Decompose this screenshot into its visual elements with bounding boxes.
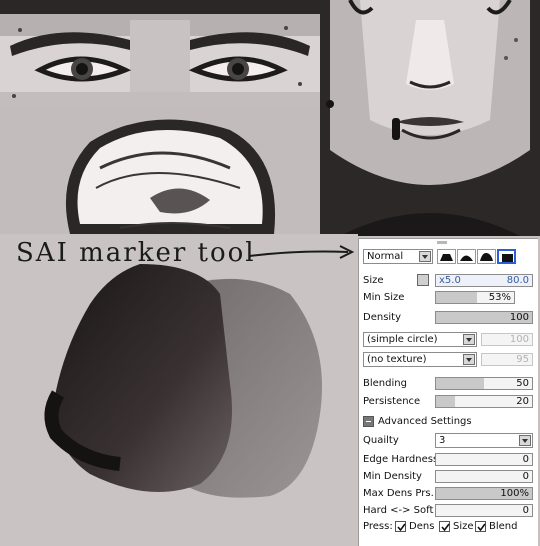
brush-shape-select[interactable]: (simple circle) bbox=[363, 332, 477, 347]
size-options-icon[interactable] bbox=[417, 274, 429, 286]
advanced-settings-header: Advanced Settings bbox=[378, 416, 472, 427]
checkmark-icon bbox=[397, 523, 406, 532]
brush-shape-strength-value: 100 bbox=[509, 334, 529, 345]
min-density-slider[interactable]: 0 bbox=[435, 470, 533, 483]
press-label: Press: bbox=[363, 521, 393, 532]
size-value: 80.0 bbox=[506, 275, 529, 286]
face-artwork bbox=[320, 0, 540, 236]
tool-settings-panel: Normal Size x5.0 80.0 Min Size 53% Densi… bbox=[358, 238, 538, 546]
persistence-value: 20 bbox=[516, 396, 529, 407]
quality-value: 3 bbox=[439, 435, 446, 446]
blend-mode-select[interactable]: Normal bbox=[363, 249, 433, 264]
chevron-down-icon bbox=[463, 334, 475, 345]
min-size-slider[interactable]: 53% bbox=[435, 291, 515, 304]
blending-fill bbox=[436, 378, 484, 389]
quality-label: Quailty bbox=[363, 435, 399, 446]
min-density-value: 0 bbox=[522, 471, 529, 482]
min-size-label: Min Size bbox=[363, 292, 405, 303]
press-blend-checkbox[interactable] bbox=[475, 521, 486, 532]
quality-select[interactable]: 3 bbox=[435, 433, 533, 448]
press-dens-label: Dens bbox=[409, 521, 435, 532]
panel-grip-handle[interactable] bbox=[437, 241, 447, 244]
texture-value: (no texture) bbox=[367, 354, 427, 365]
max-dens-prs-slider[interactable]: 100% bbox=[435, 487, 533, 500]
blending-label: Blending bbox=[363, 378, 407, 389]
chevron-down-icon bbox=[463, 354, 475, 365]
max-dens-prs-value: 100% bbox=[500, 488, 529, 499]
blending-slider[interactable]: 50 bbox=[435, 377, 533, 390]
hard-soft-value: 0 bbox=[522, 505, 529, 516]
min-density-label: Min Density bbox=[363, 471, 422, 482]
brush-shape-flat-button[interactable] bbox=[437, 249, 456, 264]
density-label: Density bbox=[363, 312, 402, 323]
drawing-canvas[interactable]: SAI marker tool bbox=[0, 234, 358, 546]
brush-shape-round-button[interactable] bbox=[457, 249, 476, 264]
brush-shape-square-icon bbox=[502, 254, 513, 262]
hard-soft-label: Hard <-> Soft bbox=[363, 505, 434, 516]
max-dens-prs-label: Max Dens Prs. bbox=[363, 488, 434, 499]
density-value: 100 bbox=[509, 312, 529, 323]
press-dens-checkbox[interactable] bbox=[395, 521, 406, 532]
texture-strength-value: 95 bbox=[516, 354, 529, 365]
chevron-down-icon bbox=[419, 251, 431, 262]
press-size-label: Size bbox=[453, 521, 474, 532]
size-slider[interactable]: x5.0 80.0 bbox=[435, 274, 533, 287]
press-blend-label: Blend bbox=[489, 521, 518, 532]
blend-mode-value: Normal bbox=[367, 251, 404, 262]
min-size-value: 53% bbox=[488, 292, 511, 303]
brush-shape-flat-icon bbox=[440, 254, 453, 261]
brush-shape-round-icon bbox=[460, 255, 473, 261]
size-multiplier: x5.0 bbox=[439, 275, 461, 286]
brush-shape-strength-slider: 100 bbox=[481, 333, 533, 346]
checkmark-icon bbox=[441, 523, 450, 532]
eyes-artwork bbox=[0, 0, 320, 108]
edge-hardness-slider[interactable]: 0 bbox=[435, 453, 533, 466]
collapse-icon bbox=[363, 416, 374, 427]
hard-soft-slider[interactable]: 0 bbox=[435, 504, 533, 517]
chevron-down-icon bbox=[519, 435, 531, 446]
checkmark-icon bbox=[477, 523, 486, 532]
blending-value: 50 bbox=[516, 378, 529, 389]
brush-shape-bell-button[interactable] bbox=[477, 249, 496, 264]
persistence-slider[interactable]: 20 bbox=[435, 395, 533, 408]
min-size-fill bbox=[436, 292, 478, 303]
persistence-label: Persistence bbox=[363, 396, 421, 407]
edge-hardness-label: Edge Hardness bbox=[363, 454, 439, 465]
density-slider[interactable]: 100 bbox=[435, 311, 533, 324]
persistence-fill bbox=[436, 396, 456, 407]
size-label: Size bbox=[363, 275, 384, 286]
brush-shape-square-button[interactable] bbox=[497, 249, 516, 264]
texture-select[interactable]: (no texture) bbox=[363, 352, 477, 367]
brush-shape-bell-icon bbox=[480, 253, 493, 261]
edge-hardness-value: 0 bbox=[522, 454, 529, 465]
press-size-checkbox[interactable] bbox=[439, 521, 450, 532]
brush-shape-value: (simple circle) bbox=[367, 334, 438, 345]
texture-strength-slider: 95 bbox=[481, 353, 533, 366]
hair-artwork bbox=[0, 108, 320, 234]
marker-strokes bbox=[44, 264, 322, 498]
